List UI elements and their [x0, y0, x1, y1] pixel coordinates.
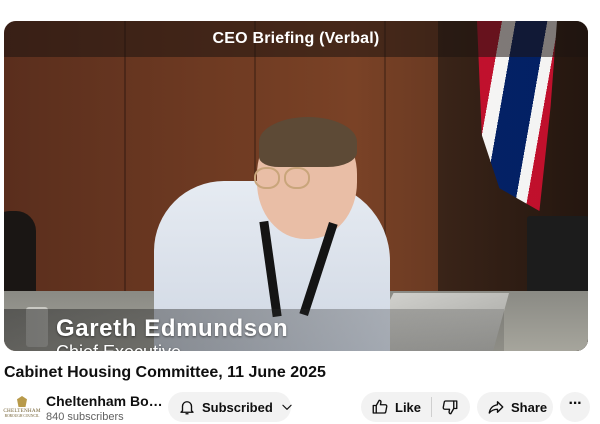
video-overlay-title: CEO Briefing (Verbal) [212, 30, 380, 47]
video-player[interactable]: CEO Briefing (Verbal) Gareth Edmundson C… [4, 21, 588, 351]
channel-row: CHELTENHAM BOROUGH COUNCIL Cheltenham Bo… [0, 390, 600, 424]
avatar-subtext: BOROUGH COUNCIL [4, 414, 40, 418]
subscribed-button[interactable]: Subscribed [168, 392, 294, 422]
more-horizontal-icon: ··· [568, 395, 583, 412]
crest-icon [17, 396, 27, 407]
dislike-button[interactable] [441, 398, 459, 416]
speaker-glasses [254, 167, 312, 191]
share-arrow-icon [487, 398, 505, 416]
like-label: Like [395, 399, 422, 415]
speaker-hair [259, 117, 357, 167]
bell-icon [178, 398, 196, 416]
video-title: Cabinet Housing Committee, 11 June 2025 [4, 364, 326, 381]
lanyard [259, 220, 338, 318]
thumbs-down-icon [441, 398, 459, 416]
more-actions-button[interactable]: ··· [560, 392, 590, 422]
subscriber-count: 840 subscribers [46, 411, 124, 423]
channel-name[interactable]: Cheltenham Bo… [46, 393, 163, 409]
share-label: Share [511, 399, 548, 415]
chevron-down-icon [280, 400, 294, 414]
thumbs-up-icon [371, 398, 389, 416]
like-button[interactable]: Like [371, 398, 421, 416]
like-divider [431, 397, 433, 417]
speaker-role: Chief Executive [56, 342, 181, 351]
video-overlay-title-bar: CEO Briefing (Verbal) [4, 21, 588, 57]
like-dislike-bar: Like [361, 392, 470, 422]
channel-avatar[interactable]: CHELTENHAM BOROUGH COUNCIL [3, 392, 40, 422]
speaker-name: Gareth Edmundson [56, 315, 289, 342]
subscribed-label: Subscribed [202, 399, 273, 415]
share-button[interactable]: Share [477, 392, 553, 422]
